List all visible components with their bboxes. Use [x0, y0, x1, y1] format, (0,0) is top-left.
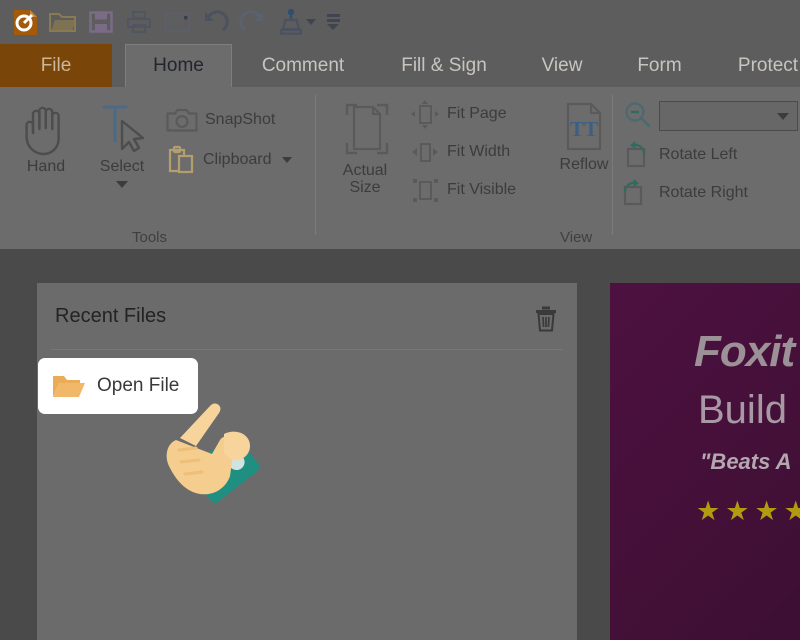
open-icon[interactable] [44, 5, 82, 39]
reflow-icon: TT [566, 102, 602, 151]
ribbon-home-panel: Hand Select SnapShot Clipboard Tools Act… [0, 87, 800, 250]
fit-page-button[interactable]: Fit Page [410, 99, 507, 129]
star-icon: ★ [725, 496, 750, 526]
promo-headline-text: Build [698, 388, 787, 432]
fit-visible-icon [413, 179, 438, 202]
zoom-out-icon [625, 102, 651, 128]
ribbon-separator-2 [612, 95, 613, 235]
tab-view-label: View [541, 54, 583, 76]
zoom-level-combobox[interactable] [659, 101, 798, 131]
open-folder-icon [53, 376, 85, 397]
rotate-left-label: Rotate Left [659, 146, 738, 163]
snapshot-label: SnapShot [205, 111, 276, 128]
ribbon-separator-1 [315, 95, 316, 235]
print-icon[interactable] [120, 5, 158, 39]
reflow-button[interactable]: TT Reflow [546, 99, 622, 174]
fit-visible-label: Fit Visible [447, 181, 517, 198]
recent-files-panel: Recent Files [37, 283, 577, 640]
fit-page-icon [411, 100, 439, 129]
tab-form-label: Form [637, 54, 682, 76]
fit-visible-button[interactable]: Fit Visible [410, 175, 516, 205]
tab-home-label: Home [153, 55, 204, 76]
stamp-icon[interactable] [272, 5, 310, 39]
hand-icon [25, 106, 60, 156]
promo-rating-stars: ★ ★ ★ ★ ★ [696, 498, 800, 525]
tab-view[interactable]: View [524, 44, 600, 87]
tab-file-label: File [40, 54, 72, 76]
fit-width-button[interactable]: Fit Width [410, 137, 510, 167]
hand-tool-button[interactable]: Hand [8, 99, 84, 176]
actual-size-button[interactable]: Actual Size [325, 99, 405, 197]
recent-files-title: Recent Files [55, 305, 167, 327]
snapshot-button[interactable]: SnapShot [166, 105, 275, 135]
qat-overflow-icon[interactable] [322, 5, 344, 39]
svg-text:TT: TT [570, 117, 598, 141]
rotate-left-icon [626, 141, 646, 168]
pointing-hand-cursor [152, 388, 282, 528]
promo-quote-text: "Beats A [700, 449, 792, 474]
quick-access-toolbar [0, 0, 800, 44]
rotate-right-label: Rotate Right [659, 184, 748, 201]
tab-comment-label: Comment [261, 54, 345, 76]
star-icon: ★ [783, 496, 800, 526]
clipboard-icon [168, 145, 194, 174]
fit-width-label: Fit Width [447, 143, 511, 160]
tab-home[interactable]: Home [125, 44, 232, 87]
tab-protect-label: Protect [737, 54, 799, 76]
rotate-right-icon [623, 179, 643, 206]
camera-icon [166, 108, 198, 132]
fit-width-icon [412, 143, 438, 162]
star-icon: ★ [696, 496, 721, 526]
tab-fill-and-sign[interactable]: Fill & Sign [381, 44, 507, 87]
recent-files-divider [51, 349, 563, 350]
select-tool-button[interactable]: Select [84, 99, 160, 188]
tab-form[interactable]: Form [617, 44, 702, 87]
select-tool-label: Select [99, 158, 145, 175]
select-dropdown-caret[interactable] [116, 180, 128, 188]
zoom-out-button[interactable] [622, 100, 652, 130]
actual-size-icon [345, 103, 389, 155]
clipboard-dropdown-caret[interactable] [282, 157, 293, 163]
tab-file[interactable]: File [0, 44, 112, 87]
fit-page-label: Fit Page [447, 105, 507, 122]
clear-recent-files-button[interactable] [531, 302, 561, 334]
tab-protect[interactable]: Protect [722, 44, 800, 87]
start-page-workspace: Recent Files Foxit Build "Beats A ★ ★ ★ … [0, 249, 800, 640]
chevron-down-icon[interactable] [777, 112, 789, 120]
redo-icon[interactable] [234, 5, 272, 39]
save-icon[interactable] [82, 5, 120, 39]
promo-brand-text: Foxit [694, 327, 795, 376]
reflow-label: Reflow [559, 156, 609, 173]
foxit-reader-window: File Home Comment Fill & Sign View Form … [0, 0, 800, 640]
promo-banner[interactable]: Foxit Build "Beats A ★ ★ ★ ★ ★ [610, 283, 800, 640]
rotate-right-button[interactable]: Rotate Right [622, 178, 748, 208]
rotate-left-button[interactable]: Rotate Left [622, 140, 737, 170]
foxit-logo-icon[interactable] [6, 5, 44, 39]
tab-comment[interactable]: Comment [240, 44, 366, 87]
group-label-tools: Tools [132, 229, 168, 246]
group-label-view: View [560, 229, 593, 246]
tab-fill-and-sign-label: Fill & Sign [401, 54, 487, 76]
actual-size-label: Actual Size [342, 162, 388, 196]
email-icon[interactable] [158, 5, 196, 39]
star-icon: ★ [754, 496, 779, 526]
trash-icon [536, 306, 556, 331]
clipboard-label: Clipboard [203, 151, 272, 168]
clipboard-button[interactable]: Clipboard [166, 145, 293, 175]
ribbon-tabstrip: File Home Comment Fill & Sign View Form … [0, 44, 800, 87]
hand-tool-label: Hand [26, 158, 66, 175]
select-text-icon [102, 105, 145, 153]
undo-icon[interactable] [196, 5, 234, 39]
